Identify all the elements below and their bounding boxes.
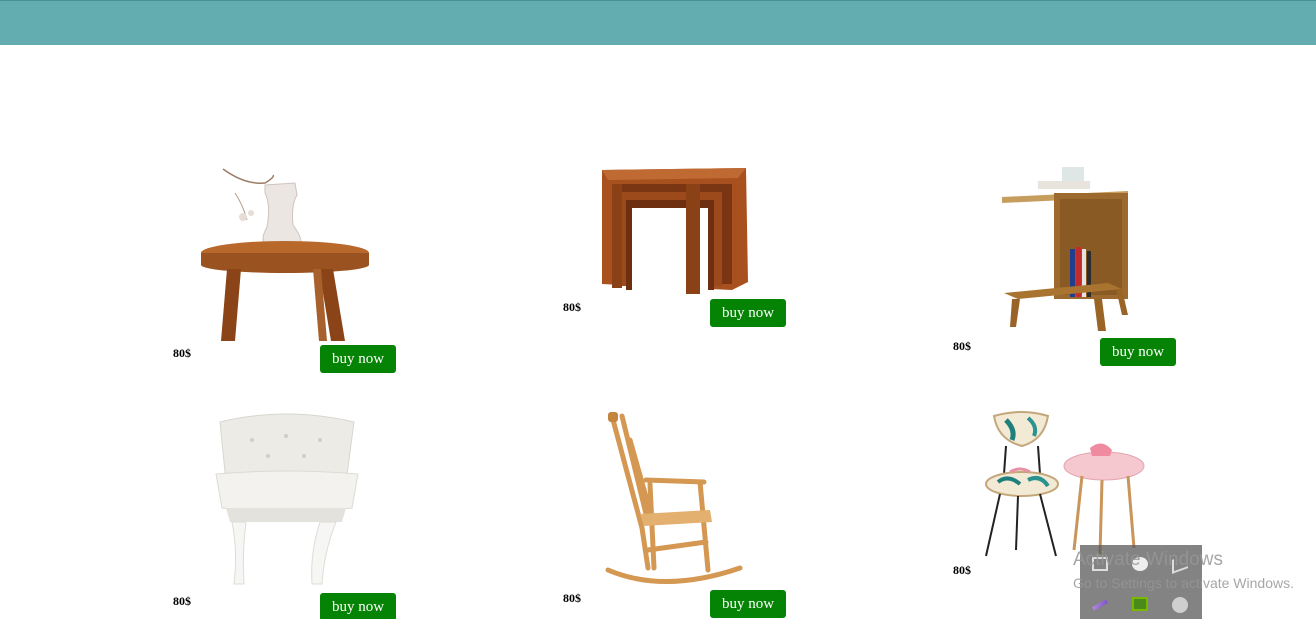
product-image-leaf-chair <box>985 411 1145 557</box>
product-image-white-chair <box>215 413 359 585</box>
buy-now-button[interactable]: buy now <box>1100 338 1176 366</box>
product-price: 80$ <box>953 563 971 577</box>
product-image-nesting-tables <box>602 168 748 294</box>
product-image-stool <box>201 168 369 341</box>
feather-icon[interactable] <box>1092 599 1108 611</box>
activate-windows-subtitle: Go to Settings to activate Windows. <box>1073 575 1294 591</box>
product-price: 80$ <box>173 594 191 608</box>
product-price: 80$ <box>563 300 581 314</box>
skype-icon[interactable] <box>1172 597 1188 613</box>
product-price: 80$ <box>563 591 581 605</box>
product-image-rocking-chair <box>605 412 743 584</box>
product-price: 80$ <box>953 339 971 353</box>
buy-now-button[interactable]: buy now <box>320 593 396 619</box>
buy-now-button[interactable]: buy now <box>320 345 396 373</box>
product-image-side-table <box>1002 167 1128 331</box>
buy-now-button[interactable]: buy now <box>710 299 786 327</box>
buy-now-button[interactable]: buy now <box>710 590 786 618</box>
top-header-bar <box>0 0 1316 45</box>
activate-windows-title: Activate Windows <box>1073 549 1223 570</box>
nvidia-icon[interactable] <box>1132 597 1148 611</box>
product-price: 80$ <box>173 346 191 360</box>
